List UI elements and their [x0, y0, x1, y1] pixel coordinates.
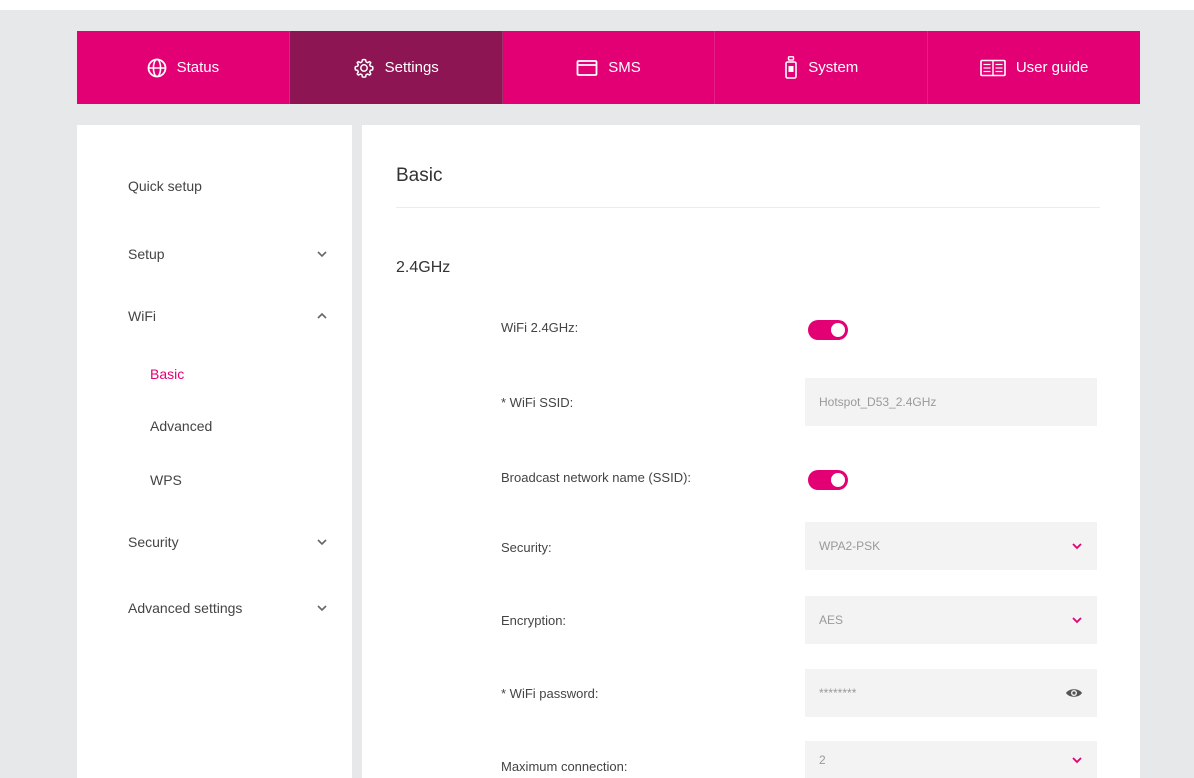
- chevron-down-icon: [317, 605, 327, 612]
- encryption-select[interactable]: AES: [805, 596, 1097, 644]
- nav-sms[interactable]: SMS: [503, 31, 716, 104]
- sidebar-item-label: Quick setup: [128, 178, 202, 194]
- main-panel: Basic 2.4GHz WiFi 2.4GHz: * WiFi SSID: H…: [362, 125, 1140, 778]
- sidebar-item-wifi[interactable]: WiFi: [128, 304, 328, 328]
- sidebar-item-label: Security: [128, 534, 179, 550]
- nav-settings-label: Settings: [384, 59, 439, 76]
- chevron-down-icon: [1072, 756, 1082, 763]
- gear-icon: [353, 58, 374, 78]
- eye-icon[interactable]: [1065, 684, 1083, 702]
- chevron-down-icon: [317, 251, 327, 258]
- sidebar-item-quick-setup[interactable]: Quick setup: [128, 174, 328, 198]
- max-connection-select[interactable]: 2: [805, 741, 1097, 778]
- nav-settings[interactable]: Settings: [289, 31, 503, 104]
- sidebar-subitem-advanced[interactable]: Advanced: [150, 414, 212, 438]
- sidebar-subitem-basic[interactable]: Basic: [150, 362, 184, 386]
- nav-user-guide-label: User guide: [1015, 59, 1089, 76]
- nav-status-label: Status: [176, 59, 220, 76]
- encryption-label: Encryption:: [501, 613, 567, 628]
- globe-icon: [147, 58, 167, 77]
- sidebar: Quick setup Setup WiFi Basic Advanced WP…: [77, 125, 352, 778]
- max-connection-label: Maximum connection:: [501, 759, 628, 774]
- sidebar-item-label: WiFi: [128, 308, 156, 324]
- sidebar-subitem-wps[interactable]: WPS: [150, 468, 182, 492]
- wifi-password-label: * WiFi password:: [501, 686, 599, 701]
- wifi-ssid-input[interactable]: Hotspot_D53_2.4GHz: [805, 378, 1097, 426]
- wifi-ssid-label: * WiFi SSID:: [501, 395, 574, 410]
- broadcast-ssid-toggle[interactable]: [808, 470, 848, 490]
- security-select[interactable]: WPA2-PSK: [805, 522, 1097, 570]
- security-label: Security:: [501, 540, 552, 555]
- guide-icon: [980, 59, 1006, 76]
- section-title: 2.4GHz: [396, 259, 451, 276]
- chevron-down-icon: [1072, 543, 1082, 550]
- main-nav: Status Settings SMS System User guide: [77, 31, 1140, 104]
- nav-system-label: System: [808, 59, 859, 76]
- security-value: WPA2-PSK: [819, 539, 881, 553]
- max-connection-value: 2: [819, 752, 826, 767]
- wifi-password-value: ********: [819, 686, 857, 700]
- nav-sms-label: SMS: [608, 59, 641, 76]
- chevron-down-icon: [317, 539, 327, 546]
- encryption-value: AES: [819, 613, 844, 627]
- wifi-24ghz-toggle[interactable]: [808, 320, 848, 340]
- toggle-knob: [831, 473, 845, 487]
- nav-user-guide[interactable]: User guide: [928, 31, 1140, 104]
- wifi-password-input[interactable]: ********: [805, 669, 1097, 717]
- wifi-24ghz-label: WiFi 2.4GHz:: [501, 320, 579, 335]
- sidebar-item-security[interactable]: Security: [128, 530, 328, 554]
- hotspot-device-icon: [785, 55, 798, 79]
- nav-system[interactable]: System: [715, 31, 929, 104]
- envelope-icon: [576, 59, 598, 76]
- sidebar-item-label: Setup: [128, 246, 165, 262]
- sidebar-item-label: Advanced settings: [128, 600, 243, 616]
- sidebar-item-setup[interactable]: Setup: [128, 242, 328, 266]
- wifi-ssid-value: Hotspot_D53_2.4GHz: [819, 395, 937, 409]
- chevron-down-icon: [1072, 617, 1082, 624]
- broadcast-ssid-label: Broadcast network name (SSID):: [501, 470, 692, 485]
- chevron-up-icon: [317, 312, 327, 319]
- top-band: [0, 0, 1194, 10]
- title-divider: [396, 207, 1100, 208]
- nav-status[interactable]: Status: [77, 31, 290, 104]
- toggle-knob: [831, 323, 845, 337]
- sidebar-item-advanced-settings[interactable]: Advanced settings: [128, 596, 328, 620]
- page-title: Basic: [396, 165, 443, 186]
